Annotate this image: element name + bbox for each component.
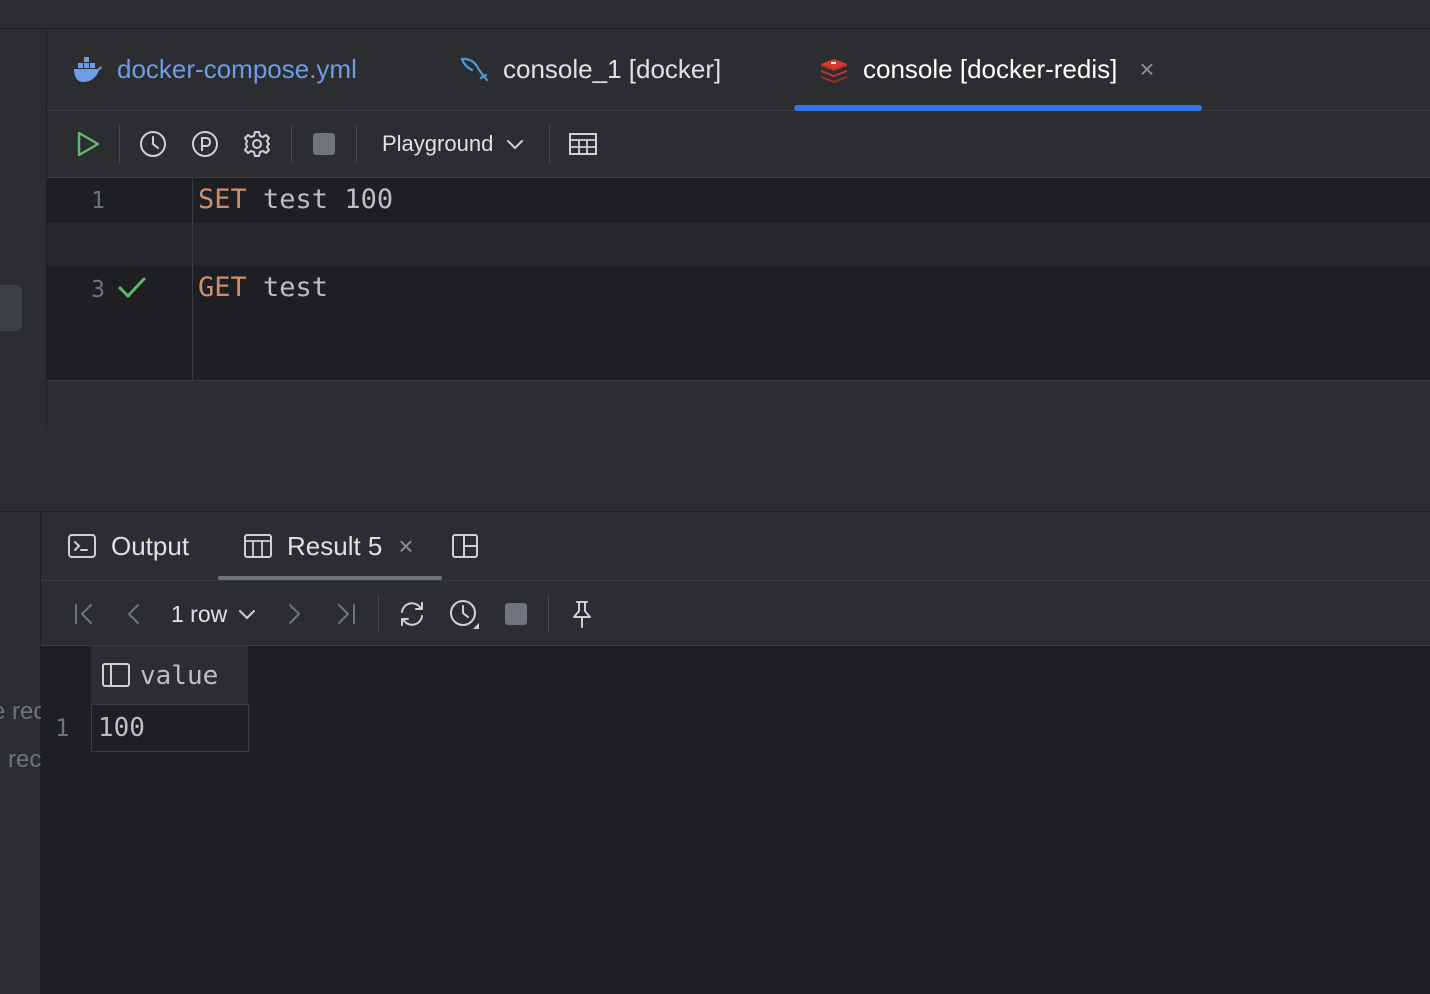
parameter-icon — [192, 131, 218, 157]
history-button[interactable] — [135, 111, 171, 177]
code-line[interactable]: GET test — [198, 272, 328, 303]
table-icon — [243, 533, 273, 559]
code-text: test 100 — [246, 184, 394, 215]
refresh-icon — [401, 602, 423, 626]
session-dropdown[interactable]: Playground — [382, 111, 532, 177]
pin-tab-button[interactable] — [564, 581, 600, 647]
session-label: Playground — [382, 131, 494, 156]
current-line-highlight — [47, 223, 1430, 266]
line-number: 3 — [91, 277, 105, 303]
layout-toggle-button[interactable] — [451, 512, 479, 580]
query-editor[interactable]: 1 SET test 100 2 3 GET test — [47, 178, 1430, 381]
gear-icon — [244, 131, 270, 157]
history-icon — [140, 131, 166, 157]
code-keyword: GET — [198, 272, 247, 303]
stop-button[interactable] — [307, 111, 341, 177]
tab-label: console [docker-redis] — [863, 54, 1118, 84]
first-page-button[interactable] — [67, 581, 101, 647]
toolbar-separator — [549, 125, 550, 163]
toolbar-separator — [356, 125, 357, 163]
editor-footer — [47, 381, 1430, 429]
gutter-divider — [192, 178, 193, 380]
line-number: 1 — [91, 188, 105, 214]
truncated-text: e rec — [0, 698, 46, 725]
tab-label: Result 5 — [287, 530, 383, 561]
run-icon — [77, 131, 100, 157]
chevron-down-icon — [507, 140, 524, 149]
stop-icon — [505, 603, 527, 625]
check-icon — [117, 275, 147, 306]
left-panel-edge: e rec rec — [0, 512, 45, 994]
close-icon[interactable]: × — [398, 531, 413, 562]
run-button[interactable] — [69, 111, 105, 177]
chevron-left-icon — [128, 604, 139, 624]
first-page-icon — [75, 604, 92, 624]
tab-console-docker-redis[interactable]: console [docker-redis] × — [819, 29, 1155, 110]
cell-value: 100 — [98, 713, 145, 743]
docker-icon — [73, 56, 103, 83]
refresh-button[interactable] — [394, 581, 430, 647]
column-name: value — [140, 661, 219, 691]
panel-splitter[interactable] — [0, 429, 1430, 512]
previous-page-button[interactable] — [117, 581, 151, 647]
settings-button[interactable] — [239, 111, 275, 177]
toolbar-separator — [548, 594, 549, 632]
column-icon — [101, 662, 131, 693]
tab-label: docker-compose.yml — [117, 54, 357, 84]
chevron-right-icon — [289, 604, 300, 624]
editor-toolbar: Playground — [47, 111, 1430, 178]
chevron-down-icon — [239, 610, 256, 619]
row-number-header — [41, 646, 91, 704]
toolbar-separator — [119, 125, 120, 163]
results-tabs-bar: Output Result 5 × — [41, 512, 1430, 581]
active-tab-indicator — [218, 576, 442, 580]
truncated-text: rec — [8, 746, 42, 773]
title-strip — [0, 0, 1430, 29]
results-grid — [41, 646, 1430, 994]
left-tool-strip — [0, 29, 47, 429]
tab-label: console_1 [docker] — [503, 54, 722, 84]
layout-icon — [452, 534, 478, 558]
table-view-button[interactable] — [565, 111, 601, 177]
history-icon — [450, 600, 479, 629]
redis-icon — [819, 57, 849, 83]
table-icon — [569, 133, 597, 155]
code-text: test — [246, 272, 329, 303]
pin-icon — [573, 601, 591, 628]
rows-count-dropdown[interactable]: 1 row — [171, 581, 271, 647]
results-toolbar: 1 row — [41, 581, 1430, 646]
terminal-icon — [67, 533, 97, 559]
last-page-icon — [338, 604, 355, 624]
row-number: 1 — [55, 714, 70, 742]
tab-label: Output — [111, 530, 190, 561]
tab-result-5[interactable]: Result 5 × — [243, 512, 414, 580]
toolbar-separator — [291, 125, 292, 163]
history-button[interactable] — [446, 581, 482, 647]
code-keyword: SET — [198, 184, 247, 215]
left-scroll-handle[interactable] — [0, 285, 22, 331]
rows-count-label: 1 row — [171, 600, 228, 627]
tab-docker-compose[interactable]: docker-compose.yml — [73, 29, 357, 110]
next-page-button[interactable] — [277, 581, 311, 647]
stop-icon — [313, 133, 335, 155]
tab-output[interactable]: Output — [67, 512, 189, 580]
tab-console-1-docker[interactable]: console_1 [docker] — [459, 29, 721, 110]
parameters-button[interactable] — [187, 111, 223, 177]
code-line[interactable]: SET test 100 — [198, 184, 393, 215]
toolbar-separator — [378, 594, 379, 632]
editor-tabs-bar: docker-compose.yml console_1 [docker] co… — [47, 29, 1430, 111]
close-icon[interactable]: × — [1139, 54, 1154, 85]
mysql-icon — [459, 56, 489, 84]
stop-button[interactable] — [499, 581, 533, 647]
last-page-button[interactable] — [329, 581, 363, 647]
